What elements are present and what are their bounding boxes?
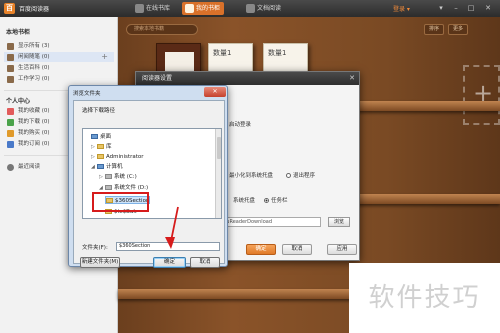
folder-label: 文件夹(F):: [82, 245, 108, 251]
folder-cancel-button[interactable]: 取消: [190, 257, 220, 268]
tree-node-drive-d[interactable]: ◢ 系统文件 (D:): [99, 184, 148, 192]
sort-button[interactable]: 排序: [424, 24, 444, 35]
radio-icon: [286, 173, 291, 178]
sidebar-section-personal: 个人中心: [6, 98, 31, 105]
autostart-option[interactable]: 启动登录: [229, 120, 251, 128]
folder-icon: [97, 144, 104, 149]
tree-node-desktop[interactable]: 桌面: [85, 133, 111, 141]
sidebar-item-life[interactable]: 生活百科 (0): [4, 63, 114, 73]
sidebar-item-all[interactable]: 显示所有 (3): [4, 41, 114, 51]
tree-node-computer[interactable]: ◢ 计算机: [91, 163, 123, 171]
clock-icon: [7, 164, 14, 171]
settings-apply-button[interactable]: 应用: [327, 244, 357, 255]
tree-scrollbar[interactable]: [215, 129, 221, 218]
drive-icon: [105, 174, 112, 179]
add-book-slot[interactable]: +: [463, 65, 500, 125]
exit-option[interactable]: 退出程序: [286, 171, 315, 179]
shelf-search-input[interactable]: 搜索本地书籍: [126, 24, 198, 35]
taskbar-option[interactable]: 任务栏: [264, 196, 288, 204]
menu-icon[interactable]: ▾: [436, 3, 446, 13]
minimize-to-tray-option[interactable]: 最小化到系统托盘: [229, 171, 273, 179]
new-folder-button[interactable]: 新建文件夹(M): [80, 257, 120, 268]
book-icon: [7, 54, 14, 61]
drive-icon: [105, 185, 112, 190]
tab-online-library[interactable]: 在线书库: [132, 2, 174, 15]
close-icon[interactable]: ✕: [349, 72, 355, 85]
desktop-icon: [91, 134, 98, 139]
book-icon: [7, 65, 14, 72]
tree-node-library[interactable]: ▷ 库: [91, 143, 112, 151]
download-icon: [7, 119, 14, 126]
add-category-icon[interactable]: +: [101, 52, 108, 62]
minimize-icon[interactable]: –: [451, 3, 461, 13]
cart-icon: [7, 130, 14, 137]
tab-my-bookshelf[interactable]: 我的书柜: [182, 2, 225, 15]
folder-ok-button[interactable]: 确定: [153, 257, 186, 268]
sidebar-item-leisure[interactable]: 闲阅随笔 (0) +: [4, 52, 114, 62]
folder-prompt: 选择下载路径: [82, 108, 116, 114]
app-title: 百度阅读器: [19, 6, 50, 13]
bookshelf-icon: [185, 4, 194, 13]
highlight-box: [92, 192, 149, 212]
browse-folder-dialog: 浏览文件夹 ✕ 选择下载路径 桌面 ▷ 库 ▷ Administrator ◢ 计算机…: [68, 85, 228, 268]
settings-ok-button[interactable]: 确定: [246, 244, 276, 255]
book-icon: [7, 43, 14, 50]
radio-icon: [264, 198, 269, 203]
scrollbar-thumb[interactable]: [217, 137, 221, 159]
browse-button[interactable]: 浏览: [328, 217, 350, 227]
app-logo-icon: 百: [4, 3, 15, 14]
settings-cancel-button[interactable]: 取消: [282, 244, 312, 255]
tab-document-reading[interactable]: 文档阅读: [243, 2, 285, 15]
title-bar: 百 百度阅读器 在线书库 我的书柜 文档阅读 登录 ▾ ▾ – □ ✕: [0, 0, 500, 17]
book-icon: [7, 76, 14, 83]
more-button[interactable]: 更多: [448, 24, 468, 35]
computer-icon: [97, 164, 104, 169]
heart-icon: [7, 108, 14, 115]
folder-dialog-body: 选择下载路径 桌面 ▷ 库 ▷ Administrator ◢ 计算机 ▷ 系统 (C:…: [73, 100, 225, 268]
tree-node-administrator[interactable]: ▷ Administrator: [91, 153, 144, 161]
pointer-arrow-icon: [165, 206, 179, 249]
folder-icon: [97, 154, 104, 159]
watermark: 软件技巧: [349, 263, 500, 333]
tray-option[interactable]: 系统托盘: [233, 196, 255, 204]
tree-node-drive-c[interactable]: ▷ 系统 (C:): [99, 173, 137, 181]
maximize-icon[interactable]: □: [466, 3, 476, 13]
sidebar-section-local: 本地书柜: [6, 29, 31, 36]
library-icon: [135, 4, 144, 13]
rss-icon: [7, 141, 14, 148]
settings-dialog-title: 阅读器设置 ✕: [136, 72, 359, 85]
document-icon: [246, 4, 255, 13]
login-link[interactable]: 登录 ▾: [393, 4, 410, 13]
close-icon[interactable]: ✕: [204, 87, 226, 97]
sidebar-item-work[interactable]: 工作学习 (0): [4, 74, 114, 84]
folder-dialog-title: 浏览文件夹: [73, 91, 101, 97]
close-icon[interactable]: ✕: [483, 3, 493, 13]
